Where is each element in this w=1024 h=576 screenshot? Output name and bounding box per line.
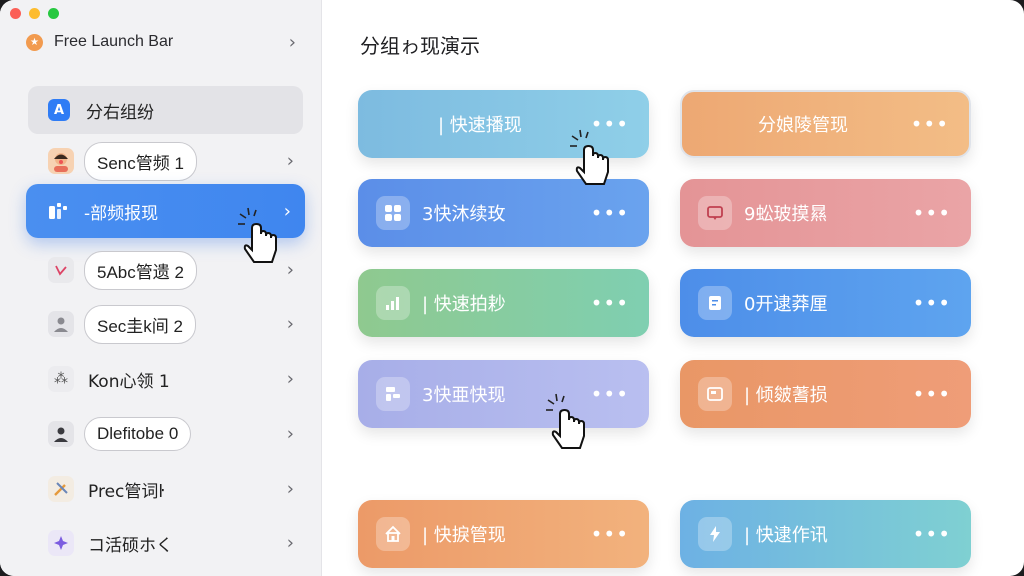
sidebar-item-active[interactable]: -部频报现 › — [26, 184, 305, 238]
sidebar-item[interactable]: Sec圭k间 2 › — [48, 304, 294, 344]
action-card[interactable]: | 倾皴蓍损 ••• — [680, 360, 971, 428]
chevron-right-icon: › — [286, 259, 294, 281]
app-title: Free Launch Bar — [54, 33, 174, 50]
chevron-right-icon: › — [286, 368, 294, 390]
action-card[interactable]: | 快逮作讯 ••• — [680, 500, 971, 568]
avatar-face-icon — [48, 148, 74, 174]
app-window: ★ Free Launch Bar › A 分右组纷 Senc管频 1 › -部… — [0, 0, 1024, 576]
sidebar-item-label: Dlefitobe 0 — [84, 417, 192, 451]
sidebar-item[interactable]: ⁂ Kon心领 1 › — [48, 361, 294, 397]
more-options-icon[interactable]: ••• — [913, 382, 951, 406]
chevron-right-icon: › — [286, 313, 294, 335]
close-window-button[interactable] — [10, 8, 21, 19]
more-options-icon[interactable]: ••• — [591, 382, 629, 406]
chevron-right-icon: › — [283, 200, 291, 222]
bolt-icon — [698, 517, 732, 551]
action-card[interactable]: | 快捩管现 ••• — [358, 500, 649, 568]
more-options-icon[interactable]: ••• — [913, 201, 951, 225]
spark-icon: ⁂ — [48, 366, 74, 392]
chart-icon — [376, 286, 410, 320]
more-options-icon[interactable]: ••• — [591, 522, 629, 546]
star-icon: ★ — [26, 33, 43, 51]
more-options-icon[interactable]: ••• — [591, 112, 629, 136]
home-icon — [376, 517, 410, 551]
sidebar-item-label: Prec管词ŀ — [88, 481, 165, 502]
blocks-icon — [376, 377, 410, 411]
app-a-icon: A — [48, 99, 70, 121]
action-card[interactable]: 分娘陵管现 ••• — [680, 90, 971, 158]
card-label: 9蚣玻摸㬎 — [744, 204, 828, 225]
box-icon — [698, 377, 732, 411]
doc-icon — [698, 286, 732, 320]
more-options-icon[interactable]: ••• — [913, 522, 951, 546]
card-label: 分娘陵管现 — [758, 115, 848, 136]
sidebar-item-label: Sec圭k间 2 — [84, 304, 196, 344]
chevron-right-icon: › — [286, 478, 294, 500]
action-card[interactable]: | 快速拍耖 ••• — [358, 269, 649, 337]
chat-icon — [698, 196, 732, 230]
window-controls — [10, 8, 59, 19]
grid-bars-icon — [46, 199, 70, 223]
grid-icon — [376, 196, 410, 230]
sidebar: ★ Free Launch Bar › A 分右组纷 Senc管频 1 › -部… — [0, 0, 322, 576]
action-card[interactable]: 3快沐续玫 ••• — [358, 179, 649, 247]
action-card[interactable]: 9蚣玻摸㬎 ••• — [680, 179, 971, 247]
more-options-icon[interactable]: ••• — [913, 291, 951, 315]
more-options-icon[interactable]: ••• — [911, 112, 949, 136]
sidebar-item-label: コ活硕ホく — [88, 535, 173, 556]
chevron-right-icon: › — [286, 532, 294, 554]
sidebar-item[interactable]: Dlefitobe 0 › — [48, 416, 294, 452]
card-label: | 快逮作讯 — [744, 525, 828, 546]
sidebar-item[interactable]: Senc管频 1 › — [48, 141, 294, 181]
sidebar-item-label: Senc管频 1 — [84, 141, 197, 181]
card-label: | 快捩管现 — [422, 525, 506, 546]
sidebar-item[interactable]: Prec管词ŀ › — [48, 471, 294, 507]
main-content: 分组ゎ现演示 | 快速播现 ••• 分娘陵管现 ••• 3快沐续玫 ••• 9蚣… — [322, 0, 1024, 576]
zoom-window-button[interactable] — [48, 8, 59, 19]
leaf-icon — [48, 257, 74, 283]
app-switcher[interactable]: ★ Free Launch Bar › — [26, 30, 296, 54]
chevron-right-icon: › — [288, 31, 296, 53]
sidebar-item[interactable]: コ活硕ホく › — [48, 525, 294, 561]
sidebar-header-label: 分右组纷 — [86, 102, 154, 123]
chevron-right-icon: › — [286, 150, 294, 172]
card-label: | 快速播现 — [438, 115, 522, 136]
card-label: 3快亜快现 — [422, 385, 506, 406]
action-card[interactable]: | 快速播现 ••• — [358, 90, 649, 158]
sidebar-item[interactable]: 5Abc管遗 2 › — [48, 250, 294, 290]
sidebar-item-label: Kon心领 1 — [88, 371, 170, 392]
card-label: | 快速拍耖 — [422, 294, 506, 315]
card-label: 0开逮莽厘 — [744, 294, 828, 315]
action-card[interactable]: 3快亜快现 ••• — [358, 360, 649, 428]
tools-icon — [48, 476, 74, 502]
sidebar-item-label: -部频报现 — [84, 203, 159, 224]
minimize-window-button[interactable] — [29, 8, 40, 19]
sidebar-item-label: 5Abc管遗 2 — [84, 250, 197, 290]
card-label: | 倾皴蓍损 — [744, 385, 828, 406]
card-label: 3快沐续玫 — [422, 204, 506, 225]
action-card[interactable]: 0开逮莽厘 ••• — [680, 269, 971, 337]
more-options-icon[interactable]: ••• — [591, 201, 629, 225]
sidebar-header-item[interactable]: A 分右组纷 — [28, 86, 303, 134]
person-icon — [48, 421, 74, 447]
chevron-right-icon: › — [286, 423, 294, 445]
more-options-icon[interactable]: ••• — [591, 291, 629, 315]
diamond-icon — [48, 530, 74, 556]
page-title: 分组ゎ现演示 — [360, 34, 480, 58]
user-icon — [48, 311, 74, 337]
